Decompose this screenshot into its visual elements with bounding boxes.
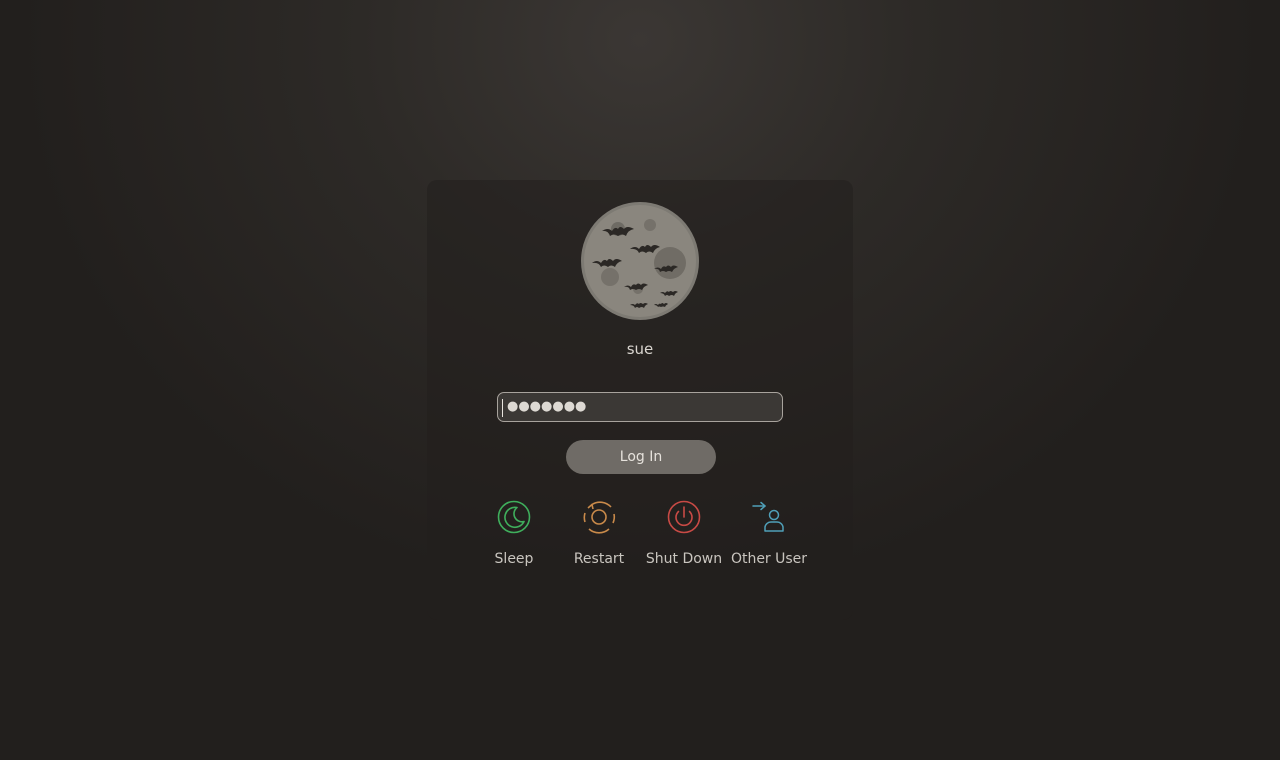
password-masked-value: ●●●●●●● — [507, 399, 587, 414]
shutdown-button[interactable]: Shut Down — [641, 498, 727, 567]
login-button[interactable]: Log In — [566, 440, 716, 474]
other-user-button[interactable]: Other User — [726, 498, 812, 567]
username-label: sue — [626, 340, 654, 358]
bats-moon-avatar-icon — [581, 202, 699, 320]
switch-user-icon — [752, 501, 784, 532]
login-button-label: Log In — [619, 449, 663, 465]
user-avatar — [580, 201, 700, 321]
sleep-button[interactable]: Sleep — [471, 498, 557, 567]
other-user-label: Other User — [730, 551, 808, 567]
password-field[interactable]: ●●●●●●● — [497, 392, 783, 422]
shutdown-label: Shut Down — [645, 551, 723, 567]
moon-icon — [497, 500, 531, 534]
restart-label: Restart — [573, 551, 625, 567]
power-icon — [667, 500, 701, 534]
restart-icon — [583, 501, 616, 534]
power-actions: Sleep Restart Shut Down Other User — [471, 498, 811, 568]
sleep-label: Sleep — [494, 551, 534, 567]
restart-button[interactable]: Restart — [556, 498, 642, 567]
login-panel: sue ●●●●●●● Log In Sleep Restart Shut Do… — [427, 180, 853, 620]
text-caret — [502, 399, 503, 417]
